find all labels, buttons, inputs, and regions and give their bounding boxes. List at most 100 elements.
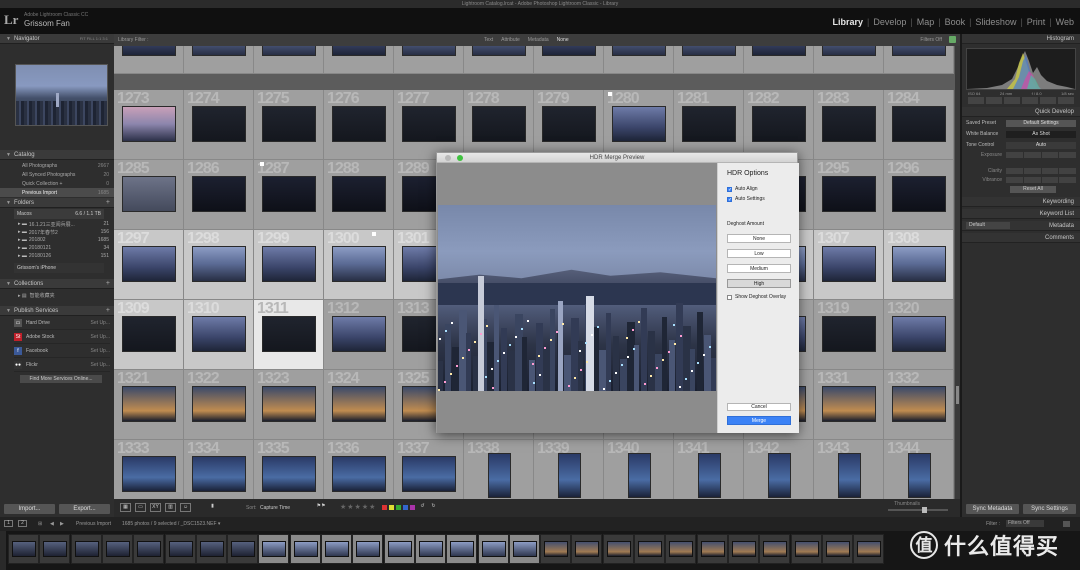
import-button[interactable]: Import...: [4, 504, 55, 514]
photo-thumbnail[interactable]: [892, 316, 946, 352]
grid-cell[interactable]: [604, 46, 674, 74]
photo-thumbnail[interactable]: [332, 106, 386, 142]
add-collection-icon[interactable]: +: [106, 280, 110, 287]
auto-settings-checkbox[interactable]: ✓ Auto Settings: [727, 196, 765, 202]
photo-thumbnail[interactable]: [122, 246, 176, 282]
keywording-header[interactable]: Keywording: [962, 197, 1080, 207]
photo-thumbnail[interactable]: [262, 386, 316, 422]
module-slideshow[interactable]: Slideshow: [971, 17, 1020, 27]
photo-thumbnail[interactable]: [768, 453, 791, 498]
grid-cell[interactable]: [884, 46, 954, 74]
auto-align-checkbox[interactable]: ✓ Auto Align: [727, 186, 758, 192]
grid-cell[interactable]: [534, 46, 604, 74]
filter-option-text[interactable]: Text: [484, 37, 493, 43]
grid-cell[interactable]: 1300: [324, 230, 394, 300]
grid-cell[interactable]: 1341: [674, 440, 744, 499]
filmstrip-thumbnail[interactable]: [39, 534, 71, 564]
close-window-icon[interactable]: [445, 155, 451, 161]
folder-item[interactable]: ▸ ▬ 2017年春节2 156: [0, 228, 114, 236]
back-arrow-icon[interactable]: ◀: [50, 521, 54, 527]
filmstrip-thumbnail[interactable]: [477, 534, 509, 564]
filmstrip-filter-dropdown[interactable]: Filters Off: [1006, 520, 1044, 527]
filmstrip-thumbnail[interactable]: [634, 534, 665, 564]
photo-thumbnail[interactable]: [752, 106, 806, 142]
tool-brush[interactable]: [1058, 97, 1074, 104]
photo-thumbnail[interactable]: [892, 246, 946, 282]
photo-thumbnail[interactable]: [262, 176, 316, 212]
module-develop[interactable]: Develop: [869, 17, 910, 27]
filter-option-none[interactable]: None: [557, 37, 569, 43]
folder-item[interactable]: ▸ ▬ 201802 1685: [0, 236, 114, 244]
saved-preset-dropdown[interactable]: Default Settings: [1006, 119, 1076, 127]
grid-cell[interactable]: 1275: [254, 90, 324, 160]
folder-item[interactable]: ▸ ▬ 20180121 34: [0, 244, 114, 252]
export-button[interactable]: Export...: [59, 504, 110, 514]
filmstrip-thumbnail[interactable]: [195, 534, 227, 564]
catalog-item[interactable]: Quick Collection + 0: [0, 179, 114, 188]
photo-thumbnail[interactable]: [822, 46, 876, 56]
publish-setup-link[interactable]: Set Up...: [91, 362, 110, 368]
grid-cell[interactable]: 1322: [184, 370, 254, 440]
module-web[interactable]: Web: [1052, 17, 1078, 27]
grid-cell[interactable]: 1323: [254, 370, 324, 440]
grid-cell[interactable]: 1296: [884, 160, 954, 230]
grid-cell[interactable]: [114, 46, 184, 74]
grid-cell[interactable]: 1339: [534, 440, 604, 499]
grid-cell[interactable]: 1277: [394, 90, 464, 160]
lock-icon[interactable]: [949, 36, 956, 43]
forward-arrow-icon[interactable]: ▶: [60, 521, 64, 527]
filmstrip-thumbnail[interactable]: [821, 534, 853, 564]
flag-icon[interactable]: ⚑⚑: [314, 503, 328, 512]
filmstrip-thumbnail[interactable]: [289, 534, 321, 564]
collapse-triangle-icon[interactable]: ▼: [6, 152, 11, 158]
navigator-header[interactable]: ▼ Navigator FIT FILL 1:1 3:1: [0, 34, 114, 44]
photo-thumbnail[interactable]: [908, 453, 931, 498]
photo-thumbnail[interactable]: [822, 176, 876, 212]
publish-setup-link[interactable]: Set Up...: [91, 348, 110, 354]
grid-cell[interactable]: 1319: [814, 300, 884, 370]
show-deghost-overlay-checkbox[interactable]: Show Deghost Overlay: [727, 294, 786, 300]
filter-lock-icon[interactable]: [1063, 521, 1070, 527]
tone-auto-button[interactable]: Auto: [1006, 141, 1076, 149]
grid-cell[interactable]: 1312: [324, 300, 394, 370]
filmstrip-thumbnail[interactable]: [759, 534, 791, 564]
photo-thumbnail[interactable]: [122, 456, 176, 492]
catalog-item[interactable]: All Synced Photographs 20: [0, 170, 114, 179]
photo-thumbnail[interactable]: [402, 106, 456, 142]
grid-cell[interactable]: 1324: [324, 370, 394, 440]
grid-small-icon[interactable]: ⊞: [38, 521, 42, 527]
filmstrip-source[interactable]: Previous Import: [76, 521, 111, 527]
module-print[interactable]: Print: [1023, 17, 1050, 27]
pick-flag-icon[interactable]: [372, 232, 376, 236]
filmstrip-thumbnail[interactable]: [8, 534, 39, 564]
grid-cell[interactable]: 1288: [324, 160, 394, 230]
pick-flag-icon[interactable]: [260, 162, 264, 166]
collection-item[interactable]: ▸ ▤ 智能收藏夹: [18, 291, 104, 300]
photo-thumbnail[interactable]: [698, 453, 721, 498]
filmstrip-thumbnail[interactable]: [446, 534, 478, 564]
quick-develop-header[interactable]: Quick Develop: [962, 107, 1080, 117]
tool-radial[interactable]: [1040, 97, 1056, 104]
grid-cell[interactable]: 1274: [184, 90, 254, 160]
photo-thumbnail[interactable]: [122, 106, 176, 142]
filmstrip-thumbnail[interactable]: [258, 534, 290, 564]
merge-button[interactable]: Merge: [727, 416, 791, 425]
photo-thumbnail[interactable]: [542, 106, 596, 142]
photo-thumbnail[interactable]: [192, 386, 246, 422]
photo-thumbnail[interactable]: [558, 453, 581, 498]
sync-settings-button[interactable]: Sync Settings: [1023, 504, 1076, 514]
grid-cell[interactable]: [464, 46, 534, 74]
photo-thumbnail[interactable]: [262, 46, 316, 56]
thumbnail-size-slider[interactable]: [888, 507, 948, 513]
grid-cell[interactable]: [254, 46, 324, 74]
folder-item[interactable]: ▸ ▬ 20180126 151: [0, 252, 114, 260]
grid-cell[interactable]: 1283: [814, 90, 884, 160]
grid-cell[interactable]: 1343: [814, 440, 884, 499]
grid-cell[interactable]: 1297: [114, 230, 184, 300]
filmstrip-thumbnail[interactable]: [321, 534, 352, 564]
grid-cell[interactable]: 1344: [884, 440, 954, 499]
filmstrip-thumbnail[interactable]: [696, 534, 728, 564]
photo-thumbnail[interactable]: [332, 316, 386, 352]
photo-thumbnail[interactable]: [262, 246, 316, 282]
grid-cell[interactable]: 1280: [604, 90, 674, 160]
